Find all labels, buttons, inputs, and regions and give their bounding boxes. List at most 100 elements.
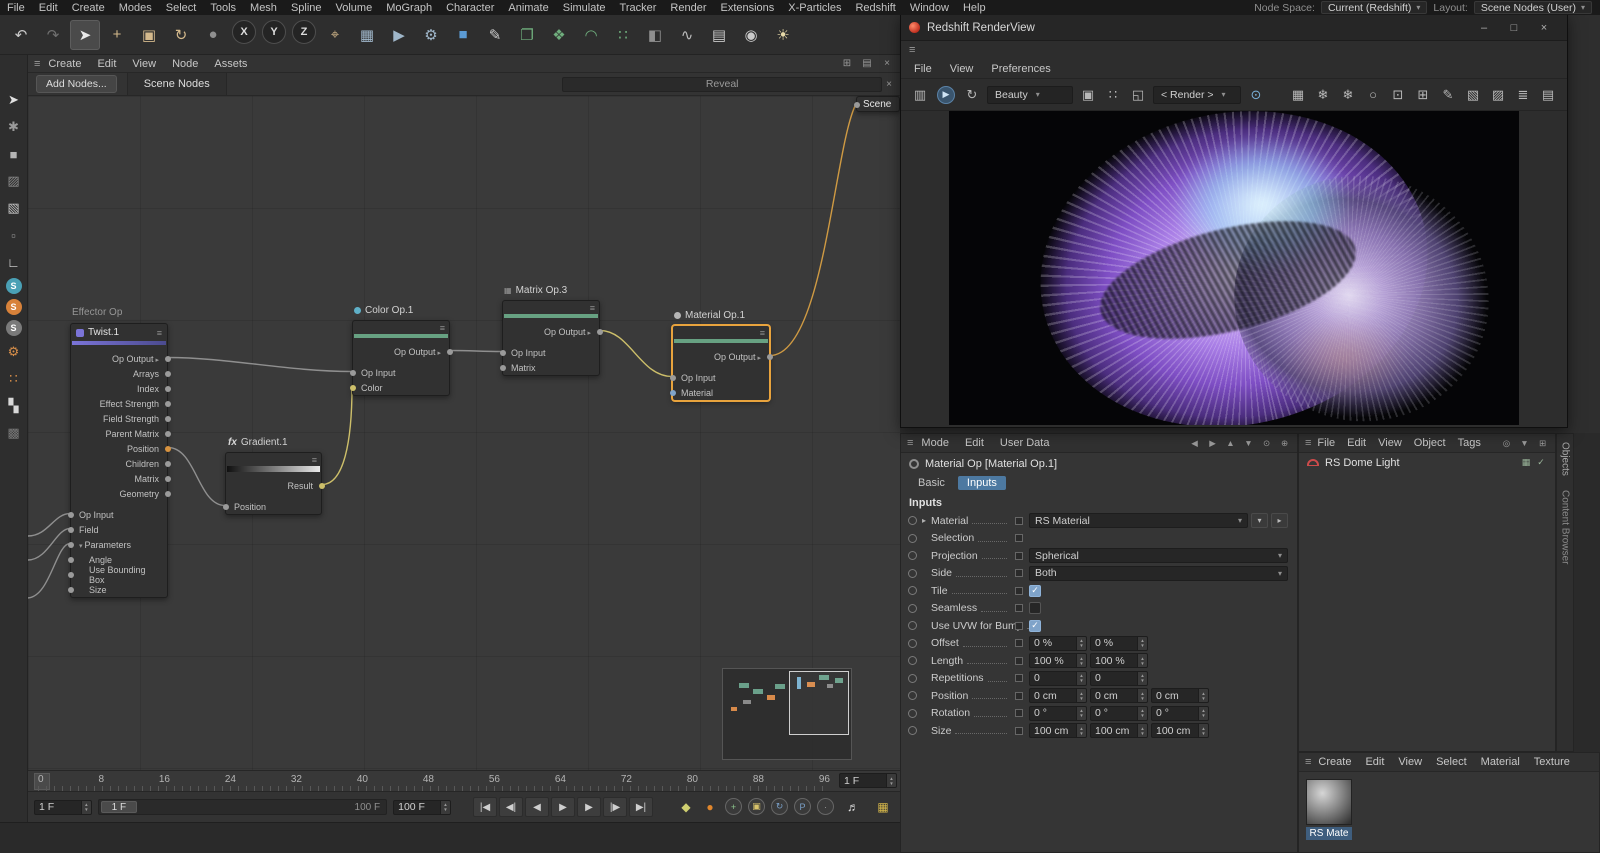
renderview-titlebar[interactable]: Redshift RenderView – □ ×: [901, 15, 1567, 41]
node-input-port[interactable]: Position: [222, 499, 321, 514]
maximize-button[interactable]: □: [1499, 22, 1529, 34]
node-menu-icon[interactable]: ≡: [590, 303, 595, 313]
menubar-item[interactable]: Window: [903, 2, 956, 14]
stepper-arrows-icon[interactable]: [1137, 706, 1147, 720]
layout-icon[interactable]: ▤: [860, 58, 874, 69]
aov-beauty-dropdown[interactable]: Beauty ▾: [987, 85, 1073, 104]
stepper-arrows-icon[interactable]: [1198, 689, 1208, 703]
layers-icon[interactable]: ≣: [1512, 84, 1534, 106]
uvw-bump-checkbox[interactable]: ✓: [1029, 619, 1041, 632]
port-dot[interactable]: [854, 102, 860, 108]
aov-icon[interactable]: ▣: [1077, 84, 1099, 106]
port-dot[interactable]: [349, 369, 356, 376]
up-icon[interactable]: ▲: [1224, 438, 1237, 449]
pen-tool-icon[interactable]: ✎: [480, 20, 510, 50]
node-input-port[interactable]: Field: [67, 522, 167, 537]
repetitions-y-field[interactable]: 0: [1090, 670, 1148, 686]
menubar-item[interactable]: Modes: [112, 2, 159, 14]
region-icon[interactable]: ○: [1362, 84, 1384, 106]
stepper-arrows-icon[interactable]: [1076, 636, 1086, 650]
port-dot[interactable]: [164, 445, 171, 452]
node-menu-icon[interactable]: ≡: [312, 455, 317, 465]
record-parameter-icon[interactable]: P: [794, 798, 812, 815]
live-selection-icon[interactable]: ➤: [70, 19, 100, 50]
autokey-icon[interactable]: ●: [699, 797, 721, 817]
new-panel-icon[interactable]: ⊕: [1278, 438, 1291, 449]
menubar-item[interactable]: File: [0, 2, 32, 14]
port-circle-icon[interactable]: [908, 603, 917, 613]
goto-start-button[interactable]: |◀: [473, 797, 498, 817]
port-dot[interactable]: [164, 370, 171, 377]
search-icon[interactable]: ◎: [1500, 438, 1513, 449]
port-dot[interactable]: [67, 541, 74, 548]
rotation-h-field[interactable]: 0 °: [1029, 705, 1087, 721]
node-output-port[interactable]: Result: [226, 478, 325, 493]
last-tool-icon[interactable]: ●: [198, 20, 228, 50]
port-dot[interactable]: [318, 482, 325, 489]
material-manager-menu-item[interactable]: Create: [1311, 756, 1358, 768]
object-item-rs-dome-light[interactable]: RS Dome Light ▦ ✓: [1299, 453, 1555, 472]
port-enable-box[interactable]: [1015, 639, 1023, 648]
tweak-icon[interactable]: ⚙: [2, 341, 26, 363]
floor-icon[interactable]: ▤: [704, 20, 734, 50]
record-pla-icon[interactable]: ·: [817, 798, 835, 815]
port-dot[interactable]: [164, 475, 171, 482]
tile-checkbox[interactable]: ✓: [1029, 584, 1041, 597]
port-dot[interactable]: [164, 490, 171, 497]
size-y-field[interactable]: 100 cm: [1090, 723, 1148, 739]
ax-mode-icon[interactable]: ∟: [2, 251, 26, 273]
node-editor-minimap[interactable]: [722, 668, 852, 760]
expander-icon[interactable]: ▸: [922, 516, 931, 525]
close-button[interactable]: ×: [1529, 22, 1559, 34]
port-enable-box[interactable]: [1015, 586, 1023, 595]
light-icon[interactable]: ☀: [768, 20, 798, 50]
minimize-button[interactable]: –: [1469, 22, 1499, 34]
menubar-item[interactable]: Create: [65, 2, 112, 14]
node-editor-menu-item[interactable]: Create: [40, 58, 89, 70]
stepper-arrows-icon[interactable]: [1076, 654, 1086, 668]
stepper-arrows-icon[interactable]: [1137, 654, 1147, 668]
stepper-arrows-icon[interactable]: [1137, 636, 1147, 650]
expand-icon[interactable]: ⊡: [1387, 84, 1409, 106]
node-output-port[interactable]: Op Output: [71, 351, 171, 366]
port-enable-box[interactable]: [1015, 604, 1023, 613]
port-enable-box[interactable]: [1015, 726, 1023, 735]
snap-icon[interactable]: ▩: [2, 422, 26, 444]
range-end-field[interactable]: 100 F: [393, 799, 452, 815]
size-z-field[interactable]: 100 cm: [1151, 723, 1209, 739]
port-dot[interactable]: [67, 556, 74, 563]
port-dot[interactable]: [164, 460, 171, 467]
port-circle-icon[interactable]: [908, 586, 917, 596]
node-color-op[interactable]: ≡ Op Output Op InputColor: [349, 320, 453, 396]
menubar-item[interactable]: Character: [439, 2, 501, 14]
object-manager-menu-item[interactable]: Tags: [1452, 437, 1487, 449]
node-editor-menu-item[interactable]: Assets: [206, 58, 255, 70]
points-mode-icon[interactable]: ▫: [2, 224, 26, 246]
axis-z-button[interactable]: Z: [292, 19, 316, 44]
port-enable-box[interactable]: [1015, 621, 1023, 630]
grid-icon[interactable]: ▦: [1287, 84, 1309, 106]
frame-range-slider[interactable]: 1 F 100 F: [97, 799, 388, 815]
node-gradient[interactable]: ≡ Result Position: [222, 452, 325, 515]
tag-material-icon[interactable]: S: [5, 320, 22, 336]
repetitions-x-field[interactable]: 0: [1029, 670, 1087, 686]
port-dot[interactable]: [499, 364, 506, 371]
size-x-field[interactable]: 100 cm: [1029, 723, 1087, 739]
menubar-item[interactable]: X-Particles: [781, 2, 848, 14]
port-circle-icon[interactable]: [908, 568, 917, 578]
select-pen-icon[interactable]: ➤: [2, 89, 26, 111]
side-dropdown[interactable]: Both ▾: [1029, 565, 1288, 581]
port-circle-icon[interactable]: [908, 673, 917, 683]
object-manager-menu-item[interactable]: Object: [1408, 437, 1452, 449]
tab-objects[interactable]: Objects: [1560, 442, 1571, 476]
stepper-arrows-icon[interactable]: [1076, 706, 1086, 720]
port-dot[interactable]: [67, 511, 74, 518]
render-settings-icon[interactable]: ⚙: [416, 20, 446, 50]
range-slider-handle[interactable]: 1 F: [100, 801, 137, 813]
menubar-item[interactable]: Select: [159, 2, 204, 14]
port-enable-box[interactable]: [1015, 569, 1023, 578]
node-output-port[interactable]: Effect Strength: [71, 396, 171, 411]
crop-icon[interactable]: ◱: [1127, 84, 1149, 106]
add-nodes-button[interactable]: Add Nodes...: [36, 75, 117, 93]
annotate-icon[interactable]: ✎: [1437, 84, 1459, 106]
